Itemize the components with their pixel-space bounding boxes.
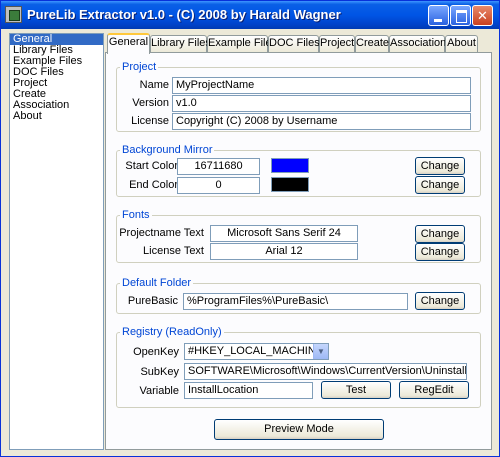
- purebasic-folder-field[interactable]: %ProgramFiles%\PureBasic\: [183, 293, 408, 310]
- fonts-group: Fonts Projectname Text Microsoft Sans Se…: [116, 209, 481, 263]
- tab-create[interactable]: Create: [355, 35, 389, 52]
- end-color-field[interactable]: 0: [177, 177, 260, 194]
- app-icon[interactable]: [5, 6, 22, 23]
- background-mirror-group-title: Background Mirror: [120, 144, 215, 156]
- projectname-font-field[interactable]: Microsoft Sans Serif 24: [210, 225, 358, 242]
- projectname-text-label: Projectname Text: [119, 227, 204, 239]
- tab-doc-files[interactable]: DOC Files: [268, 35, 320, 52]
- openkey-label: OpenKey: [133, 346, 179, 358]
- maximize-button[interactable]: [450, 5, 471, 26]
- tab-about[interactable]: About: [445, 35, 478, 52]
- end-color-label: End Color: [129, 179, 178, 191]
- project-group-title: Project: [120, 61, 159, 73]
- general-tab-panel: Project Name MyProjectName Version v1.0 …: [105, 52, 492, 450]
- tab-project[interactable]: Project: [319, 35, 355, 52]
- background-mirror-group: Background Mirror Start Color 16711680 C…: [116, 144, 481, 197]
- list-item-about[interactable]: About: [10, 111, 103, 122]
- chevron-down-icon[interactable]: ▼: [313, 344, 328, 359]
- start-color-field[interactable]: 16711680: [177, 158, 260, 175]
- fonts-group-title: Fonts: [120, 209, 152, 221]
- window-title: PureLib Extractor v1.0 - (C) 2008 by Har…: [27, 7, 341, 22]
- subkey-field[interactable]: SOFTWARE\Microsoft\Windows\CurrentVersio…: [184, 363, 467, 380]
- close-button[interactable]: [472, 5, 493, 26]
- variable-field[interactable]: InstallLocation: [184, 382, 313, 399]
- test-button[interactable]: Test: [321, 381, 391, 399]
- default-folder-group: Default Folder PureBasic %ProgramFiles%\…: [116, 277, 481, 314]
- project-group: Project Name MyProjectName Version v1.0 …: [116, 61, 481, 132]
- purebasic-folder-change-button[interactable]: Change: [415, 292, 465, 310]
- license-font-change-button[interactable]: Change: [415, 243, 465, 261]
- openkey-value: #HKEY_LOCAL_MACHINE: [188, 345, 324, 357]
- tab-library-files[interactable]: Library Files: [150, 35, 211, 52]
- start-color-label: Start Color: [125, 160, 178, 172]
- start-color-swatch: [271, 158, 309, 173]
- tab-general[interactable]: General: [107, 33, 150, 54]
- projectname-font-change-button[interactable]: Change: [415, 225, 465, 243]
- registry-group: Registry (ReadOnly) OpenKey #HKEY_LOCAL_…: [116, 326, 481, 408]
- registry-group-title: Registry (ReadOnly): [120, 326, 224, 338]
- license-font-field[interactable]: Arial 12: [210, 243, 358, 260]
- purebasic-label: PureBasic: [127, 295, 178, 307]
- end-color-swatch: [271, 177, 309, 192]
- version-field[interactable]: v1.0: [172, 95, 471, 112]
- minimize-button[interactable]: [428, 5, 449, 26]
- main-window: PureLib Extractor v1.0 - (C) 2008 by Har…: [0, 0, 500, 457]
- subkey-label: SubKey: [140, 366, 179, 378]
- default-folder-group-title: Default Folder: [120, 277, 194, 289]
- start-color-change-button[interactable]: Change: [415, 157, 465, 175]
- license-label: License: [131, 115, 169, 127]
- tab-example-files[interactable]: Example Files: [207, 35, 277, 52]
- openkey-dropdown[interactable]: #HKEY_LOCAL_MACHINE ▼: [184, 343, 329, 360]
- tab-association[interactable]: Association: [389, 35, 446, 52]
- version-label: Version: [132, 97, 169, 109]
- license-text-label: License Text: [143, 245, 204, 257]
- preview-mode-button[interactable]: Preview Mode: [214, 419, 384, 440]
- name-field[interactable]: MyProjectName: [172, 77, 471, 94]
- section-list[interactable]: General Library Files Example Files DOC …: [9, 33, 104, 450]
- title-bar[interactable]: PureLib Extractor v1.0 - (C) 2008 by Har…: [1, 1, 499, 29]
- variable-label: Variable: [139, 385, 179, 397]
- regedit-button[interactable]: RegEdit: [399, 381, 469, 399]
- end-color-change-button[interactable]: Change: [415, 176, 465, 194]
- name-label: Name: [139, 79, 169, 91]
- license-field[interactable]: Copyright (C) 2008 by Username: [172, 113, 471, 130]
